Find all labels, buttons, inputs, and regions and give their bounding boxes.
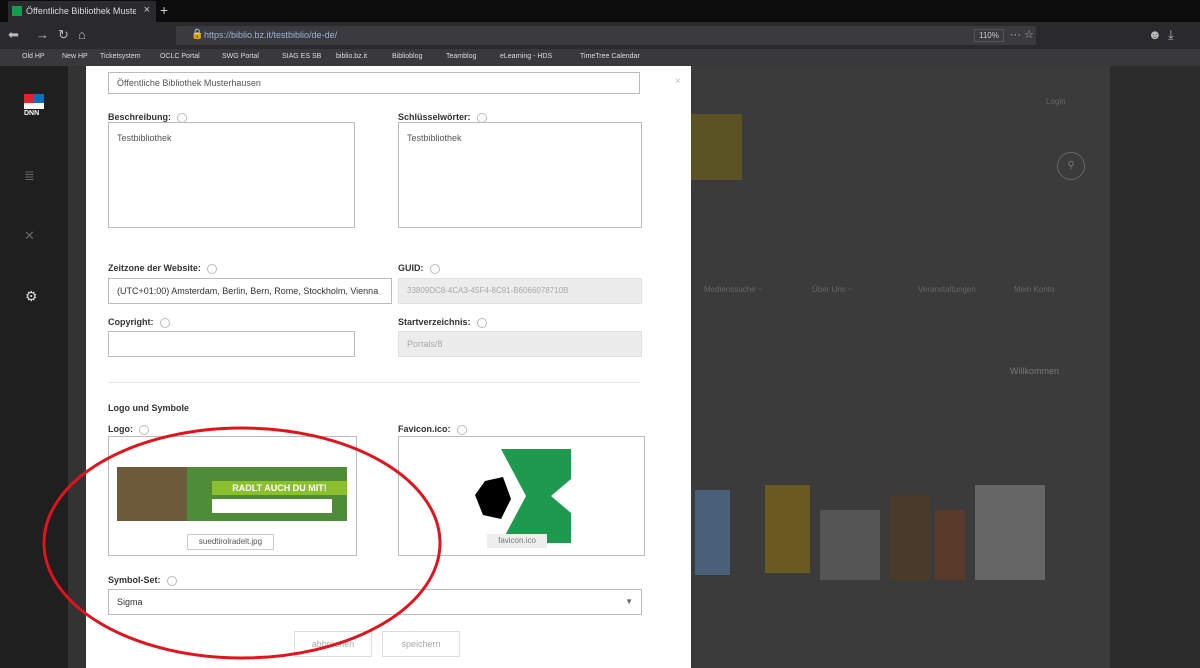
homedir-field: Portals/8 [398,331,642,357]
section-divider [108,382,640,383]
bookmark-item[interactable]: New HP [62,53,88,60]
zoom-indicator[interactable]: 110% [974,29,1004,42]
tab-title: Öffentliche Bibliothek Muster [26,6,136,16]
dnn-admin-sidebar [0,66,68,668]
guid-label: GUID: [398,263,440,274]
favicon-upload-box[interactable]: favicon.ico [398,436,645,556]
description-textarea[interactable]: Testbibliothek [108,122,355,228]
timezone-label: Zeitzone der Website: [108,263,217,274]
bookmark-item[interactable]: eLearning - HDS [500,53,552,60]
info-icon[interactable] [166,575,177,586]
background-right-strip [1110,66,1200,668]
bg-nav-item[interactable]: Mein Konto [1014,285,1054,294]
bookmarks-bar: Old HP New HP Ticketsystem OCLC Portal S… [0,49,1200,66]
page-actions-icon[interactable]: ··· ☆ [1010,28,1034,41]
iconset-select[interactable]: Sigma ▼ [108,589,642,615]
browser-tab[interactable]: Öffentliche Bibliothek Muster × [8,1,156,22]
bookmark-item[interactable]: Biblioblog [392,53,422,60]
logo-upload-box[interactable]: RADLT AUCH DU MIT! suedtirolradelt.jpg [108,436,357,556]
logo-filename: suedtirolradelt.jpg [187,534,274,550]
bookmark-item[interactable]: OCLC Portal [160,53,200,60]
tools-icon[interactable]: ✕ [24,228,35,244]
copyright-input[interactable] [108,331,355,357]
search-icon[interactable]: ⚲ [1057,152,1085,180]
bookmark-item[interactable]: Ticketsystem [100,53,141,60]
logo-label: Logo: [108,424,149,435]
book-cover [975,485,1045,580]
account-icon[interactable]: ☻ [1148,27,1162,42]
back-icon[interactable]: ⬅ [8,27,19,43]
save-button[interactable]: speichern [382,631,460,657]
bg-nav-item[interactable]: Medienssuche ~ [704,285,762,294]
book-cover [765,485,810,573]
favicon-label: Favicon.ico: [398,424,467,435]
logo-banner-text: RADLT AUCH DU MIT! [212,481,347,495]
close-tab-icon[interactable]: × [144,4,150,16]
forward-icon[interactable]: → [36,27,49,42]
reload-icon[interactable]: ↻ [58,27,69,43]
site-favicon-icon [12,6,22,16]
url-text: https://biblio.bz.it/testbiblio/de-de/ [204,30,338,40]
logo-image: RADLT AUCH DU MIT! [117,467,347,521]
login-link[interactable]: Login [1046,97,1066,106]
timezone-select[interactable]: (UTC+01:00) Amsterdam, Berlin, Bern, Rom… [108,278,392,304]
info-icon[interactable] [139,424,149,435]
info-icon[interactable] [476,317,487,328]
info-icon[interactable] [206,263,217,274]
welcome-link[interactable]: Willkommen [1010,366,1059,376]
logos-section-title: Logo und Symbole [108,403,189,413]
settings-gear-icon[interactable]: ⚙ [25,288,38,305]
bookmark-item[interactable]: Old HP [22,53,45,60]
new-tab-button[interactable]: + [160,2,168,18]
bookmark-item[interactable]: SIAG ES SB [282,53,321,60]
book-cover [820,510,880,580]
book-cover [935,510,965,580]
copyright-label: Copyright: [108,317,170,328]
book-cover [890,495,930,580]
bookmark-item[interactable]: TimeTree Calendar [580,53,640,60]
info-icon[interactable] [429,263,440,274]
bookmark-item[interactable]: SWG Portal [222,53,259,60]
chevron-down-icon: ▼ [625,597,633,606]
guid-field: 33809DC8-4CA3-45F4-8C91-B6066078710B [398,278,642,304]
iconset-label: Symbol-Set: [108,575,177,586]
site-name-input[interactable]: Öffentliche Bibliothek Musterhausen [108,72,640,94]
favicon-image [475,449,571,543]
info-icon[interactable] [159,317,170,328]
bg-nav-item[interactable]: Veranstaltungen [918,285,976,294]
favicon-filename: favicon.ico [487,534,547,548]
dnn-logo-icon[interactable]: DNN [24,94,44,118]
cancel-button[interactable]: abbrechen [294,631,372,657]
home-icon[interactable]: ⌂ [78,27,86,42]
bg-nav-item[interactable]: Über Uns ~ [812,285,853,294]
download-icon[interactable]: ⤓ [1168,27,1174,43]
bookmark-item[interactable]: Teamblog [446,53,476,60]
lock-icon: 🔒 [191,29,204,40]
book-cover [695,490,730,575]
content-icon[interactable]: ≣ [24,168,35,184]
keywords-textarea[interactable]: Testbibliothek [398,122,642,228]
background-banner [690,114,742,180]
browser-tab-bar [0,0,1200,22]
info-icon[interactable] [456,424,467,435]
homedir-label: Startverzeichnis: [398,317,487,328]
close-icon[interactable]: × [675,76,681,87]
bookmark-item[interactable]: biblio.bz.it [336,53,367,60]
